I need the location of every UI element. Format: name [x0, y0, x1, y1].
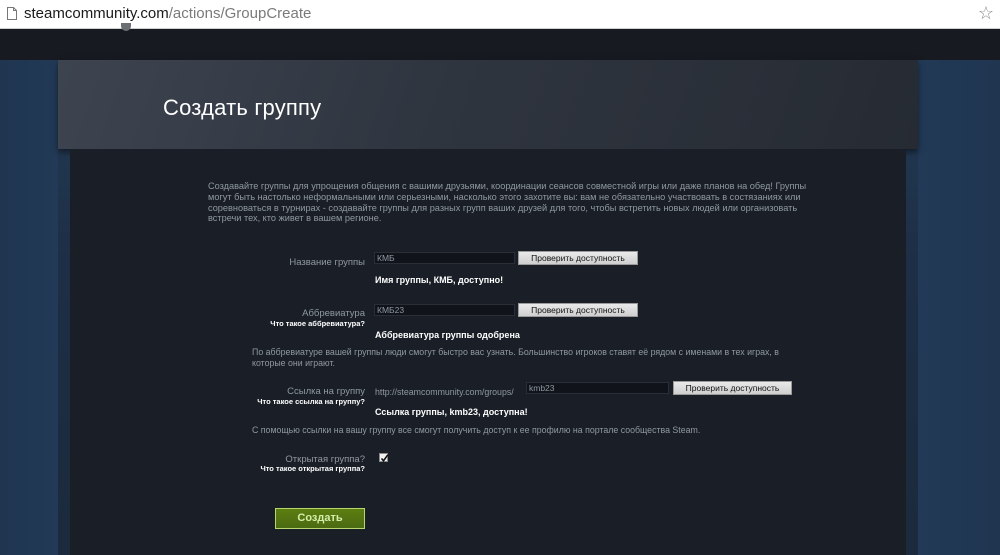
group-link-status: Ссылка группы, kmb23, доступна!	[375, 407, 528, 417]
create-group-button[interactable]: Создать	[275, 508, 365, 529]
group-link-help-link[interactable]: Что такое ссылка на группу?	[210, 397, 365, 406]
group-name-status: Имя группы, КМБ, доступно!	[375, 275, 504, 285]
group-link-input[interactable]: kmb23	[526, 382, 669, 394]
group-link-note: С помощью ссылки на вашу группу все смог…	[252, 425, 701, 435]
abbreviation-label: Аббревиатура	[302, 308, 365, 319]
page-header-banner: Создать группу	[58, 60, 918, 149]
right-gutter	[918, 60, 1000, 555]
group-link-label: Ссылка на группу	[287, 386, 365, 397]
open-group-checkbox[interactable]	[379, 453, 389, 463]
left-gutter	[0, 60, 58, 555]
url-host: steamcommunity.com	[24, 5, 169, 22]
abbreviation-help-link[interactable]: Что такое аббревиатура?	[210, 319, 365, 328]
page-title: Создать группу	[163, 95, 322, 120]
group-link-prefix: http://steamcommunity.com/groups/	[375, 387, 514, 397]
browser-address-bar[interactable]: steamcommunity.com/actions/GroupCreate ☆	[0, 0, 1000, 29]
check-group-name-button[interactable]: Проверить доступность	[518, 251, 638, 265]
open-group-help-link[interactable]: Что такое открытая группа?	[210, 464, 365, 473]
url-text[interactable]: steamcommunity.com/actions/GroupCreate	[24, 5, 311, 23]
abbreviation-status: Аббревиатура группы одобрена	[375, 330, 520, 340]
bookmark-star-icon[interactable]: ☆	[978, 3, 994, 24]
checkmark-icon	[380, 454, 389, 463]
check-abbreviation-button[interactable]: Проверить доступность	[518, 303, 638, 317]
abbreviation-input[interactable]: КМБ23	[374, 304, 515, 316]
page-icon	[7, 7, 17, 20]
url-path: /actions/GroupCreate	[168, 5, 312, 22]
group-create-form: Создавайте группы для упрощения общения …	[70, 149, 906, 555]
group-name-label: Название группы	[289, 257, 365, 268]
intro-text: Создавайте группы для упрощения общения …	[208, 181, 807, 224]
abbreviation-note: По аббревиатуре вашей группы люди смогут…	[252, 347, 779, 368]
check-group-link-button[interactable]: Проверить доступность	[673, 381, 792, 395]
group-name-input[interactable]: КМБ	[374, 252, 515, 264]
steam-top-bar	[0, 23, 1000, 60]
steam-logo-fragment	[121, 23, 131, 31]
